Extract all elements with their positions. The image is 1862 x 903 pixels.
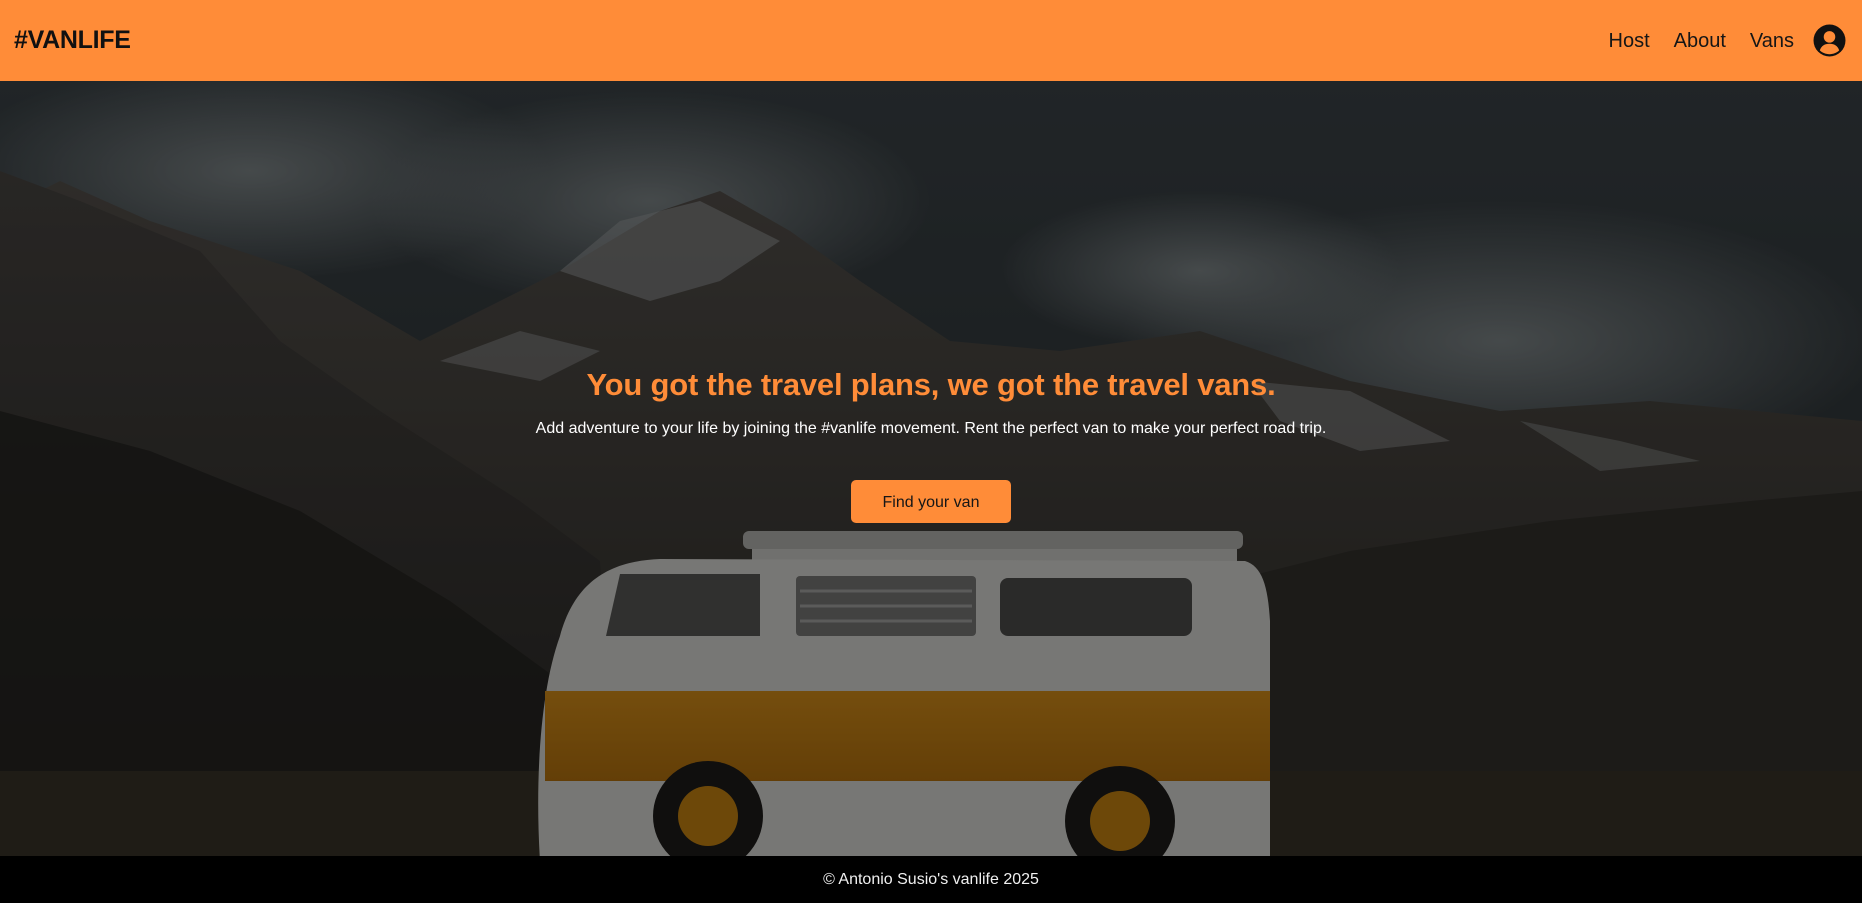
site-logo[interactable]: #VANLIFE [14,26,131,55]
nav-link-vans[interactable]: Vans [1750,31,1794,51]
hero-title: You got the travel plans, we got the tra… [586,367,1276,402]
nav-link-host[interactable]: Host [1609,31,1650,51]
user-circle-icon[interactable] [1813,24,1846,57]
main-nav: Host About Vans [1609,24,1849,57]
hero-section: You got the travel plans, we got the tra… [0,81,1862,856]
footer-copyright: © Antonio Susio's vanlife 2025 [823,870,1039,888]
site-footer: © Antonio Susio's vanlife 2025 [0,856,1862,903]
hero-subtitle: Add adventure to your life by joining th… [535,420,1327,437]
find-your-van-button[interactable]: Find your van [851,480,1011,523]
nav-link-about[interactable]: About [1674,31,1726,51]
site-header: #VANLIFE Host About Vans [0,0,1862,81]
hero-content: You got the travel plans, we got the tra… [0,367,1862,523]
